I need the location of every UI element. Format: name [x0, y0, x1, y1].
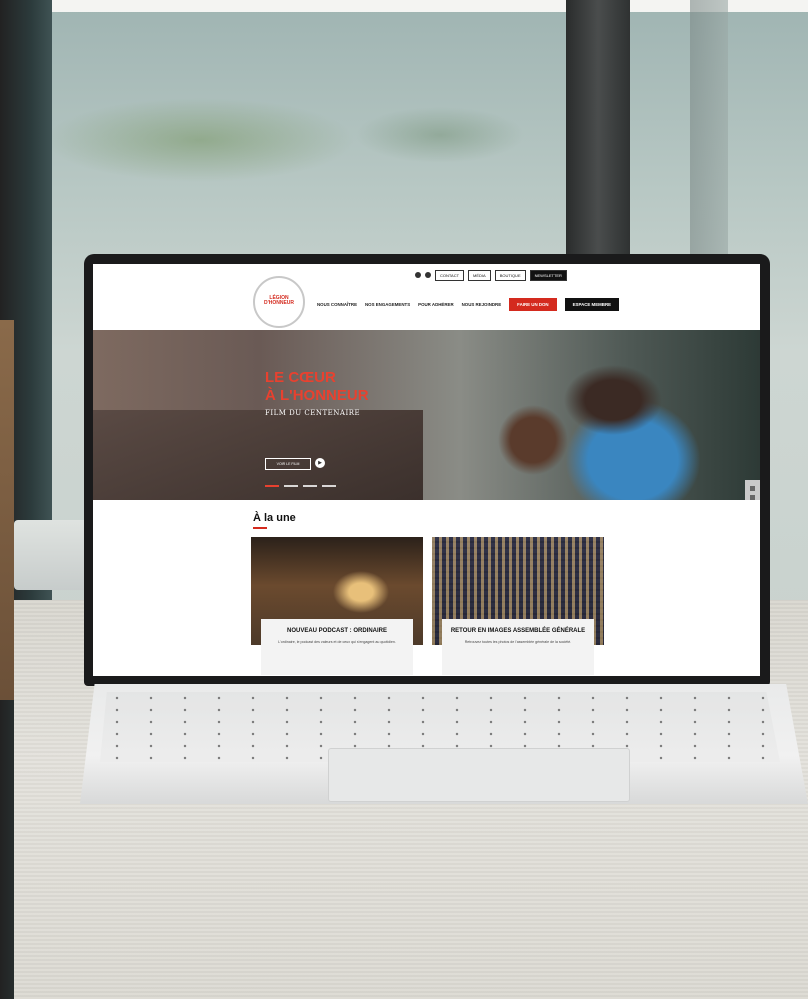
laptop-screen: LÉGION D'HONNEUR CONTACT MÉDIA BOUTIQUE … [93, 264, 760, 676]
hero-banner: LE CŒUR À L'HONNEUR FILM DU CENTENAIRE V… [93, 330, 760, 500]
play-icon[interactable]: ▶ [315, 458, 325, 468]
news-card-body: NOUVEAU PODCAST : ORDINAIRE L'ordinaire,… [261, 619, 413, 675]
nav-item-engagements[interactable]: NOS ENGAGEMENTS [365, 302, 410, 307]
news-card-headline: RETOUR EN IMAGES ASSEMBLÉE GÉNÉRALE [450, 628, 586, 634]
carousel-dot[interactable] [303, 485, 317, 487]
hero-table [93, 410, 423, 500]
nav-item-become-member[interactable]: NOUS REJOINDRE [462, 302, 502, 307]
window-frame-right [690, 0, 728, 260]
nav-item-about[interactable]: NOUS CONNAÎTRE [317, 302, 357, 307]
share-icon[interactable] [750, 495, 755, 500]
member-area-button[interactable]: ESPACE MEMBRE [564, 298, 620, 311]
hero-subtitle: FILM DU CENTENAIRE [265, 409, 361, 417]
share-rail [745, 480, 760, 500]
newsletter-button[interactable]: NEWSLETTER [529, 269, 567, 281]
laptop-trackpad [328, 748, 630, 802]
site-logo[interactable]: LÉGION D'HONNEUR [253, 276, 305, 328]
site-header: LÉGION D'HONNEUR CONTACT MÉDIA BOUTIQUE … [93, 264, 760, 330]
news-heading: À la une [253, 512, 296, 524]
news-card[interactable]: NOUVEAU PODCAST : ORDINAIRE L'ordinaire,… [251, 537, 423, 675]
nav-item-join[interactable]: POUR ADHÉRER [418, 302, 453, 307]
photo-scene: LÉGION D'HONNEUR CONTACT MÉDIA BOUTIQUE … [0, 0, 808, 999]
news-card-headline: NOUVEAU PODCAST : ORDINAIRE [286, 628, 387, 634]
shop-button[interactable]: BOUTIQUE [494, 269, 526, 281]
carousel-dot[interactable] [265, 485, 279, 487]
news-card-text: Retrouvez toutes les photos de l'assembl… [464, 640, 572, 644]
main-nav: NOUS CONNAÎTRE NOS ENGAGEMENTS POUR ADHÉ… [317, 298, 620, 311]
utility-bar: CONTACT MÉDIA BOUTIQUE NEWSLETTER [415, 269, 567, 281]
watch-film-button[interactable]: VOIR LE FILM [265, 458, 311, 470]
window-pillar [566, 0, 630, 260]
share-icon[interactable] [750, 486, 755, 491]
carousel-dots [265, 485, 336, 487]
news-heading-underline [253, 527, 267, 529]
carousel-dot[interactable] [284, 485, 298, 487]
hero-title-line1: LE CŒUR [265, 369, 336, 386]
window-ledge [14, 520, 94, 590]
contact-button[interactable]: CONTACT [435, 269, 465, 281]
carousel-dot[interactable] [322, 485, 336, 487]
top-strip [0, 0, 808, 12]
user-icon[interactable] [415, 272, 421, 278]
news-card-body: RETOUR EN IMAGES ASSEMBLÉE GÉNÉRALE Retr… [442, 619, 594, 675]
hero-title-line2: À L'HONNEUR [265, 387, 369, 404]
left-wood-stripe [0, 320, 14, 700]
news-card[interactable]: RETOUR EN IMAGES ASSEMBLÉE GÉNÉRALE Retr… [432, 537, 604, 675]
search-icon[interactable] [425, 272, 431, 278]
donate-button[interactable]: FAIRE UN DON [509, 298, 557, 311]
news-card-text: L'ordinaire, le podcast des valeurs et d… [278, 640, 396, 644]
logo-text: LÉGION D'HONNEUR [263, 295, 295, 306]
media-button[interactable]: MÉDIA [468, 269, 491, 281]
